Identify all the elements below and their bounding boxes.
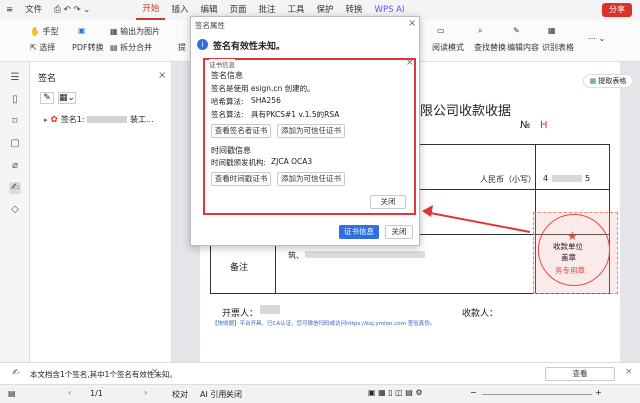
inner-tab: 证书信息 xyxy=(209,59,235,69)
bookmark-icon[interactable]: ⌑ xyxy=(9,116,21,128)
pdf-icon: ▣ xyxy=(78,26,86,35)
add-trusted-cert-button[interactable]: 添加为可信任证书 xyxy=(277,124,345,138)
next-page-icon[interactable]: › xyxy=(144,388,147,397)
dialog-headline: 签名有效性未知。 xyxy=(213,42,286,52)
more-icon[interactable]: ⋯ ⌄ xyxy=(588,34,605,43)
view-button[interactable]: 查看 xyxy=(545,367,615,381)
signature-notice-bar: ✍ 本文档含1个签名,其中1个签名有效性未知。 × 查看 × xyxy=(0,362,640,384)
reading-mode-icon: ▭ xyxy=(437,26,445,35)
ts-issuer-label: 时间戳颁发机构: xyxy=(211,158,267,167)
signature-stamp-icon: ✿ xyxy=(50,115,58,125)
view-options-icon[interactable]: ▦⌄ xyxy=(58,92,76,104)
view-mode-icons[interactable]: ▣ ▦ ▯ ◫ ▤ ⚙ xyxy=(368,388,423,397)
sign-pen-icon[interactable]: ✎ xyxy=(40,92,54,104)
sig-alg-label: 签名算法: xyxy=(211,110,244,119)
menu-icon[interactable]: ≡ xyxy=(0,0,19,20)
hash-label: 哈希算法: xyxy=(211,97,244,106)
quick-tools[interactable]: ⎙ ↶ ↷ ⌄ xyxy=(48,0,96,20)
ai-ref-value[interactable]: 关闭 xyxy=(226,389,242,400)
extract-button[interactable]: 提 xyxy=(178,42,186,53)
sig-section-title: 签名信息 xyxy=(211,71,243,80)
share-button[interactable]: 分享 xyxy=(602,3,632,17)
edit-icon: ✎ xyxy=(513,26,520,35)
dialog-close-icon[interactable]: × xyxy=(408,18,416,29)
search-icon: ⌕ xyxy=(478,26,483,35)
hand-tool-button[interactable]: ✋ 手型 xyxy=(30,26,59,37)
outline-icon[interactable]: ☰ xyxy=(9,72,21,84)
ts-issuer-value: ZJCA OCA3 xyxy=(271,157,313,166)
close-icon[interactable]: × xyxy=(158,70,166,81)
ai-ref-label: AI 引用: xyxy=(200,390,230,399)
attachment-icon[interactable]: ⌀ xyxy=(9,160,21,172)
view-signer-cert-button[interactable]: 查看签名者证书 xyxy=(211,124,271,138)
notice-close-icon[interactable]: × xyxy=(151,367,159,377)
recognize-table-button[interactable]: 识别表格 xyxy=(542,42,574,53)
add-trusted-ts-cert-button[interactable]: 添加为可信任证书 xyxy=(277,172,345,186)
signed-by-text: 签名是使用 esign.cn 创建的。 xyxy=(211,84,315,93)
view-timestamp-cert-button[interactable]: 查看时间戳证书 xyxy=(211,172,271,186)
notice-close-icon-right[interactable]: × xyxy=(625,367,633,377)
extract-table-button[interactable]: ▦ 提取表格 xyxy=(583,74,633,88)
close-button-inner[interactable]: 关闭 xyxy=(370,195,406,209)
reading-mode-button[interactable]: 阅读模式 xyxy=(432,42,464,53)
find-replace-button[interactable]: 查找替换 xyxy=(474,42,506,53)
comment-icon[interactable]: ▢ xyxy=(9,138,21,150)
zoom-slider[interactable] xyxy=(482,394,592,395)
pdf-convert-button[interactable]: PDF转换 xyxy=(72,42,104,53)
ts-section-title: 时间戳信息 xyxy=(211,146,251,155)
page-number[interactable]: 1/1 xyxy=(90,389,103,398)
expand-icon: ▸ xyxy=(44,116,48,124)
sidebar-toggle-icon[interactable]: ▤ xyxy=(8,389,16,398)
info-icon: i xyxy=(197,39,208,50)
split-merge-button[interactable]: ▤ 拆分合并 xyxy=(110,42,152,53)
inner-close-icon[interactable]: × xyxy=(406,58,414,68)
hash-value: SHA256 xyxy=(251,96,281,105)
layers-icon[interactable]: ◇ xyxy=(9,204,21,216)
export-image-button[interactable]: ▦ 输出为图片 xyxy=(110,26,160,37)
select-tool-button[interactable]: ⇱ 选择 xyxy=(30,42,55,53)
dialog-title: 签名属性 xyxy=(195,21,225,30)
proofread-button[interactable]: 校对 xyxy=(172,389,188,400)
zoom-in-icon[interactable]: + xyxy=(595,388,602,397)
sig-alg-value: 具有PKCS#1 v.1.5的RSA xyxy=(251,110,340,119)
redacted-block xyxy=(87,116,128,123)
certificate-info-dialog: 证书信息 × 签名信息 签名是使用 esign.cn 创建的。 哈希算法: SH… xyxy=(203,58,416,215)
cert-info-button[interactable]: 证书信息 xyxy=(339,225,379,239)
tab-start[interactable]: 开始 xyxy=(136,1,166,20)
signature-list-item[interactable]: ▸ ✿ 签名1: 装工... xyxy=(44,114,170,128)
close-button-outer[interactable]: 关闭 xyxy=(385,225,413,239)
signature-icon[interactable]: ✍ xyxy=(9,182,21,194)
signature-panel: 签名 × ✎ ▦⌄ ▸ ✿ 签名1: 装工... xyxy=(30,62,172,362)
thumbnail-icon[interactable]: ▯ xyxy=(9,94,21,106)
table-icon: ▦ xyxy=(548,26,556,35)
edit-content-button[interactable]: 编辑内容 xyxy=(507,42,539,53)
panel-title: 签名 xyxy=(38,74,57,84)
zoom-out-icon[interactable]: − xyxy=(470,388,477,397)
left-icon-strip: ☰ ▯ ⌑ ▢ ⌀ ✍ ◇ xyxy=(0,62,30,362)
status-bar: ▤ ‹ 1/1 › 校对 AI 引用: 关闭 ▣ ▦ ▯ ◫ ▤ ⚙ − + xyxy=(0,384,640,403)
prev-page-icon[interactable]: ‹ xyxy=(68,388,71,397)
signature-status-icon: ✍ xyxy=(12,368,20,378)
menu-file[interactable]: 文件 xyxy=(19,0,48,20)
